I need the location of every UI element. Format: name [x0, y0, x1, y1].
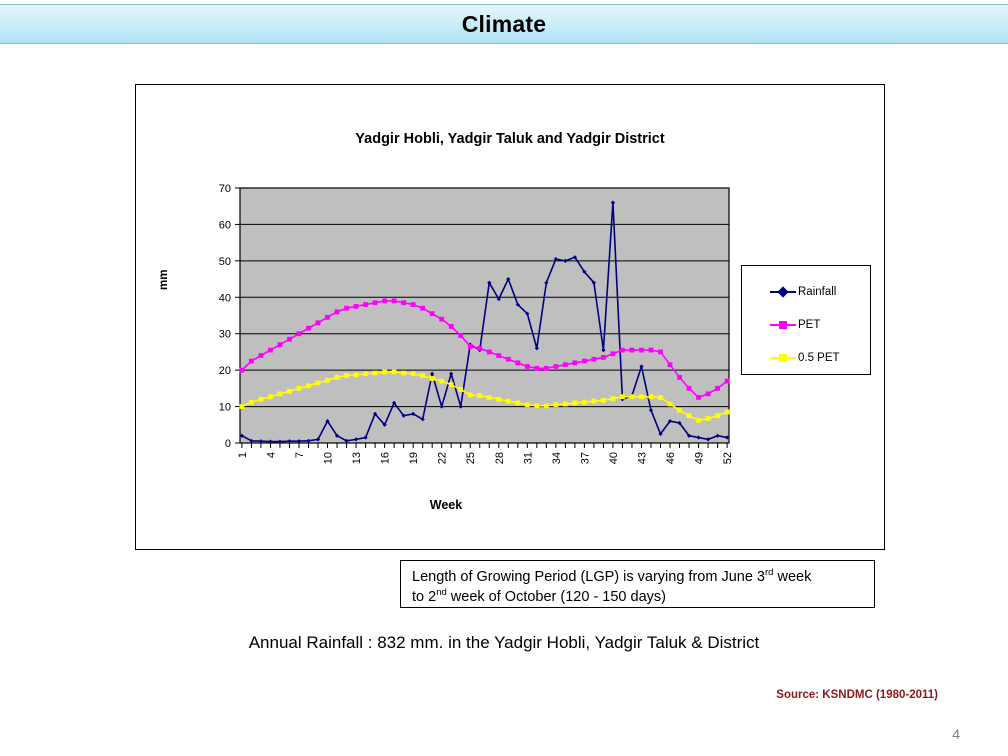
svg-text:40: 40: [608, 452, 620, 464]
svg-text:4: 4: [265, 452, 277, 458]
svg-text:70: 70: [219, 183, 231, 195]
svg-text:13: 13: [351, 452, 363, 464]
x-axis-title: Week: [429, 498, 463, 512]
svg-text:25: 25: [465, 452, 477, 464]
svg-text:46: 46: [665, 452, 677, 464]
svg-text:37: 37: [579, 452, 591, 464]
legend-item-rainfall: Rainfall: [742, 275, 870, 308]
svg-text:43: 43: [636, 452, 648, 464]
legend-swatch-rainfall: [770, 285, 796, 298]
lgp-line-2-superscript: nd: [436, 587, 447, 599]
lgp-line-2-text-b: week of October (120 - 150 days): [446, 589, 666, 605]
legend-swatch-half-pet: [770, 352, 796, 364]
svg-text:28: 28: [494, 452, 506, 464]
svg-text:52: 52: [722, 452, 734, 464]
legend-label-pet: PET: [798, 318, 821, 331]
chart-legend: Rainfall PET 0.5 PET: [741, 265, 871, 375]
svg-text:7: 7: [294, 452, 306, 458]
svg-text:30: 30: [219, 329, 231, 341]
svg-text:34: 34: [551, 452, 563, 464]
svg-text:20: 20: [219, 365, 231, 377]
y-axis-title: mm: [158, 269, 170, 290]
legend-label-rainfall: Rainfall: [798, 285, 837, 298]
source-note: Source: KSNDMC (1980-2011): [776, 689, 938, 701]
lgp-line-1-text-a: Length of Growing Period (LGP) is varyin…: [412, 569, 765, 585]
lgp-callout-box: Length of Growing Period (LGP) is varyin…: [400, 560, 875, 608]
slide-title-banner: Climate: [0, 4, 1008, 44]
legend-item-half-pet: 0.5 PET: [742, 341, 870, 374]
svg-text:0: 0: [225, 438, 231, 450]
annual-rainfall-statement: Annual Rainfall : 832 mm. in the Yadgir …: [248, 633, 760, 652]
lgp-line-1-text-b: week: [773, 569, 812, 585]
svg-text:10: 10: [219, 402, 231, 414]
svg-text:19: 19: [408, 452, 420, 464]
svg-text:22: 22: [437, 452, 449, 464]
page-number: 4: [952, 726, 960, 742]
svg-text:49: 49: [694, 452, 706, 464]
legend-item-pet: PET: [742, 308, 870, 341]
svg-text:31: 31: [522, 452, 534, 464]
lgp-line-2: to 2nd week of October (120 - 150 days): [412, 587, 864, 607]
chart-container: Yadgir Hobli, Yadgir Taluk and Yadgir Di…: [135, 84, 885, 550]
svg-text:60: 60: [219, 219, 231, 231]
svg-text:10: 10: [323, 452, 335, 464]
legend-label-half-pet: 0.5 PET: [798, 351, 840, 364]
svg-text:40: 40: [219, 292, 231, 304]
legend-swatch-pet: [770, 319, 796, 331]
page-title: Climate: [461, 10, 547, 37]
lgp-line-2-text-a: to 2: [412, 589, 437, 605]
svg-text:1: 1: [237, 452, 249, 458]
svg-text:16: 16: [380, 452, 392, 464]
lgp-line-1: Length of Growing Period (LGP) is varyin…: [412, 567, 864, 587]
svg-text:50: 50: [219, 256, 231, 268]
